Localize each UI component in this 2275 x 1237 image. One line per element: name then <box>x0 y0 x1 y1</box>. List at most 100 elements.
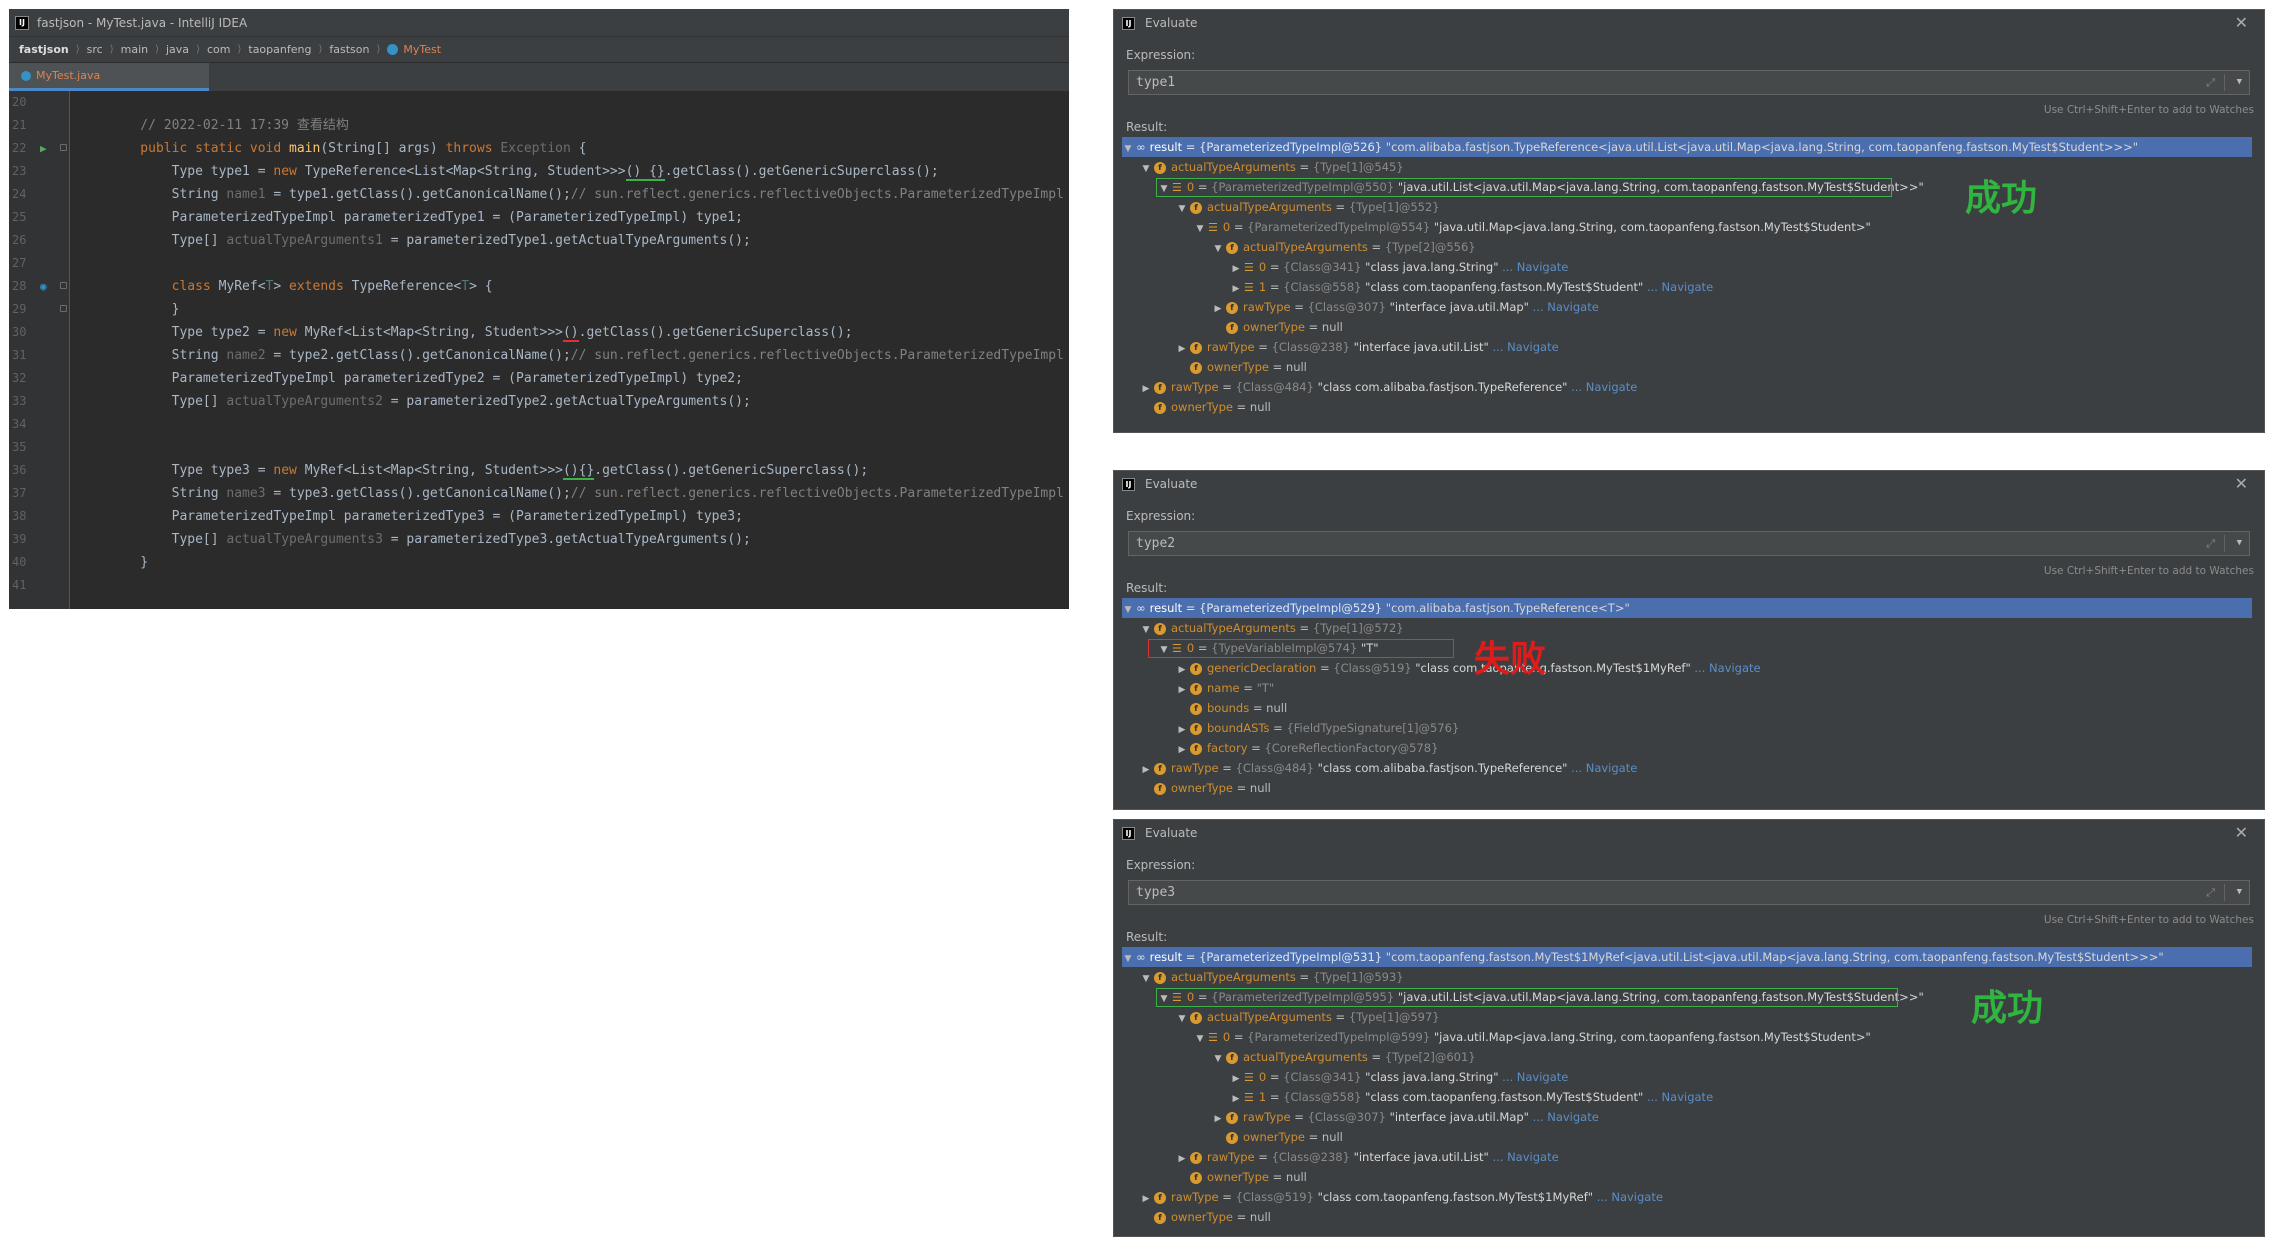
tree-row[interactable]: ▼ f actualTypeArguments = {Type[1]@545} <box>1122 157 2252 177</box>
tree-row[interactable]: f ownerType = null <box>1122 397 2252 417</box>
expand-icon[interactable]: ⤢ <box>2206 881 2215 904</box>
tree-row[interactable]: ▶ f rawType = {Class@307} "interface java.… <box>1122 1107 2252 1127</box>
tree-row[interactable]: ▶ f rawType = {Class@484} "class com.aliba… <box>1122 758 2252 778</box>
chevron-down-icon[interactable]: ▼ <box>2237 532 2242 555</box>
run-icon[interactable]: ▶ <box>40 137 47 160</box>
close-icon[interactable]: ✕ <box>2235 13 2248 32</box>
tree-row[interactable]: ▶ ☰ 1 = {Class@558} "class com.taopanfeng.… <box>1122 277 2252 297</box>
tree-row[interactable]: ▶ f rawType = {Class@238} "interface java.… <box>1122 337 2252 357</box>
expand-arrow-down-icon[interactable]: ▼ <box>1176 199 1188 219</box>
tree-row[interactable]: ▶ f rawType = {Class@519} "class com.taopa… <box>1122 1187 2252 1207</box>
tree-row[interactable]: ▼ f actualTypeArguments = {Type[2]@556} <box>1122 237 2252 257</box>
navigate-link[interactable]: ... Navigate <box>1533 300 1599 314</box>
tree-row[interactable]: ▶ f rawType = {Class@484} "class com.aliba… <box>1122 377 2252 397</box>
expression-input[interactable]: type3 ⤢ ▼ <box>1128 880 2250 905</box>
navigate-link[interactable]: ... Navigate <box>1647 280 1713 294</box>
expand-icon[interactable]: ⤢ <box>2206 532 2215 555</box>
expand-arrow-down-icon[interactable]: ▼ <box>1122 949 1134 969</box>
expression-input[interactable]: type1 ⤢ ▼ <box>1128 70 2250 95</box>
expand-arrow-right-icon[interactable]: ▶ <box>1176 680 1188 700</box>
tab-mytest-java[interactable]: MyTest.java <box>9 63 209 91</box>
breadcrumb-item[interactable]: main <box>121 43 148 56</box>
expand-arrow-down-icon[interactable]: ▼ <box>1122 139 1134 159</box>
tree-row[interactable]: ▶ f name = "T" <box>1122 678 2252 698</box>
dialog-title-bar[interactable]: IJ Evaluate <box>1114 471 2264 497</box>
fold-marker-icon[interactable] <box>60 282 67 289</box>
expand-arrow-down-icon[interactable]: ▼ <box>1176 1009 1188 1029</box>
fold-marker-icon[interactable] <box>60 144 67 151</box>
expand-arrow-right-icon[interactable]: ▶ <box>1230 259 1242 279</box>
navigate-link[interactable]: ... Navigate <box>1571 761 1637 775</box>
tree-row[interactable]: f ownerType = null <box>1122 778 2252 798</box>
expand-arrow-right-icon[interactable]: ▶ <box>1176 339 1188 359</box>
expand-arrow-right-icon[interactable]: ▶ <box>1212 299 1224 319</box>
fold-marker-icon[interactable] <box>60 305 67 312</box>
tree-row[interactable]: ▶ f rawType = {Class@238} "interface java.… <box>1122 1147 2252 1167</box>
navigate-link[interactable]: ... Navigate <box>1492 340 1558 354</box>
close-icon[interactable]: ✕ <box>2235 474 2248 493</box>
expand-icon[interactable]: ⤢ <box>2206 71 2215 94</box>
expand-arrow-right-icon[interactable]: ▶ <box>1176 1149 1188 1169</box>
tree-row[interactable]: ▼ ☰ 0 = {ParameterizedTypeImpl@599} "java.… <box>1122 1027 2252 1047</box>
breadcrumb-item[interactable]: MyTest <box>403 43 441 56</box>
expand-arrow-down-icon[interactable]: ▼ <box>1194 219 1206 239</box>
tree-row[interactable]: ▶ ☰ 0 = {Class@341} "class java.lang.Strin… <box>1122 1067 2252 1087</box>
navigate-link[interactable]: ... Navigate <box>1502 1070 1568 1084</box>
tree-row[interactable]: ▶ f factory = {CoreReflectionFactory@578} <box>1122 738 2252 758</box>
expand-arrow-down-icon[interactable]: ▼ <box>1194 1029 1206 1049</box>
tree-row[interactable]: f ownerType = null <box>1122 317 2252 337</box>
navigate-link[interactable]: ... Navigate <box>1571 380 1637 394</box>
breadcrumb-item[interactable]: taopanfeng <box>248 43 311 56</box>
navigate-link[interactable]: ... Navigate <box>1502 260 1568 274</box>
expand-arrow-down-icon[interactable]: ▼ <box>1140 620 1152 640</box>
navigate-link[interactable]: ... Navigate <box>1597 1190 1663 1204</box>
navigate-link[interactable]: ... Navigate <box>1694 661 1760 675</box>
expand-arrow-right-icon[interactable]: ▶ <box>1176 740 1188 760</box>
tree-row[interactable]: ▼ ∞ result = {ParameterizedTypeImpl@526} "… <box>1122 137 2252 157</box>
expand-arrow-down-icon[interactable]: ▼ <box>1140 969 1152 989</box>
navigate-link[interactable]: ... Navigate <box>1492 1150 1558 1164</box>
tree-row[interactable]: ▶ f rawType = {Class@307} "interface java.… <box>1122 297 2252 317</box>
breadcrumb-item[interactable]: com <box>207 43 231 56</box>
dialog-title-bar[interactable]: IJ Evaluate <box>1114 820 2264 846</box>
breadcrumb-item[interactable]: java <box>166 43 189 56</box>
tree-row[interactable]: ▼ f actualTypeArguments = {Type[2]@601} <box>1122 1047 2252 1067</box>
tree-row[interactable]: f ownerType = null <box>1122 357 2252 377</box>
expand-arrow-down-icon[interactable]: ▼ <box>1212 1049 1224 1069</box>
tree-row[interactable]: ▼ f actualTypeArguments = {Type[1]@572} <box>1122 618 2252 638</box>
tree-row[interactable]: ▶ ☰ 1 = {Class@558} "class com.taopanfeng.… <box>1122 1087 2252 1107</box>
tree-row[interactable]: ▼ f actualTypeArguments = {Type[1]@597} <box>1122 1007 2252 1027</box>
navigate-link[interactable]: ... Navigate <box>1533 1110 1599 1124</box>
expand-arrow-right-icon[interactable]: ▶ <box>1176 660 1188 680</box>
expand-arrow-right-icon[interactable]: ▶ <box>1230 1069 1242 1089</box>
expand-arrow-right-icon[interactable]: ▶ <box>1230 279 1242 299</box>
dialog-title-bar[interactable]: IJ Evaluate <box>1114 10 2264 36</box>
chevron-down-icon[interactable]: ▼ <box>2237 881 2242 904</box>
expand-arrow-down-icon[interactable]: ▼ <box>1122 600 1134 620</box>
breadcrumb-item[interactable]: src <box>87 43 103 56</box>
expand-arrow-right-icon[interactable]: ▶ <box>1140 1189 1152 1209</box>
tree-row[interactable]: f ownerType = null <box>1122 1207 2252 1227</box>
code-editor[interactable]: 20 21 // 2022-02-11 17:39 查看结构 22 ▶ public … <box>9 91 1069 609</box>
tree-row[interactable]: ▼ ∞ result = {ParameterizedTypeImpl@529} "… <box>1122 598 2252 618</box>
expand-arrow-right-icon[interactable]: ▶ <box>1140 760 1152 780</box>
tree-row[interactable]: f bounds = null <box>1122 698 2252 718</box>
tree-row[interactable]: ▼ f actualTypeArguments = {Type[1]@552} <box>1122 197 2252 217</box>
tree-row[interactable]: f ownerType = null <box>1122 1167 2252 1187</box>
tree-row[interactable]: f ownerType = null <box>1122 1127 2252 1147</box>
breadcrumb-item[interactable]: fastjson <box>19 43 69 56</box>
expand-arrow-right-icon[interactable]: ▶ <box>1212 1109 1224 1129</box>
expression-input[interactable]: type2 ⤢ ▼ <box>1128 531 2250 556</box>
expand-arrow-right-icon[interactable]: ▶ <box>1140 379 1152 399</box>
expand-arrow-right-icon[interactable]: ▶ <box>1230 1089 1242 1109</box>
implements-gutter-icon[interactable]: ◉ <box>40 275 47 298</box>
tree-row[interactable]: ▼ ∞ result = {ParameterizedTypeImpl@531} "… <box>1122 947 2252 967</box>
tree-row[interactable]: ▼ ☰ 0 = {ParameterizedTypeImpl@554} "java.… <box>1122 217 2252 237</box>
navigate-link[interactable]: ... Navigate <box>1647 1090 1713 1104</box>
tree-row[interactable]: ▶ f genericDeclaration = {Class@519} "clas… <box>1122 658 2252 678</box>
expand-arrow-right-icon[interactable]: ▶ <box>1176 720 1188 740</box>
tree-row[interactable]: ▼ f actualTypeArguments = {Type[1]@593} <box>1122 967 2252 987</box>
expand-arrow-down-icon[interactable]: ▼ <box>1212 239 1224 259</box>
tree-row[interactable]: ▶ ☰ 0 = {Class@341} "class java.lang.Strin… <box>1122 257 2252 277</box>
breadcrumb-item[interactable]: fastson <box>329 43 369 56</box>
